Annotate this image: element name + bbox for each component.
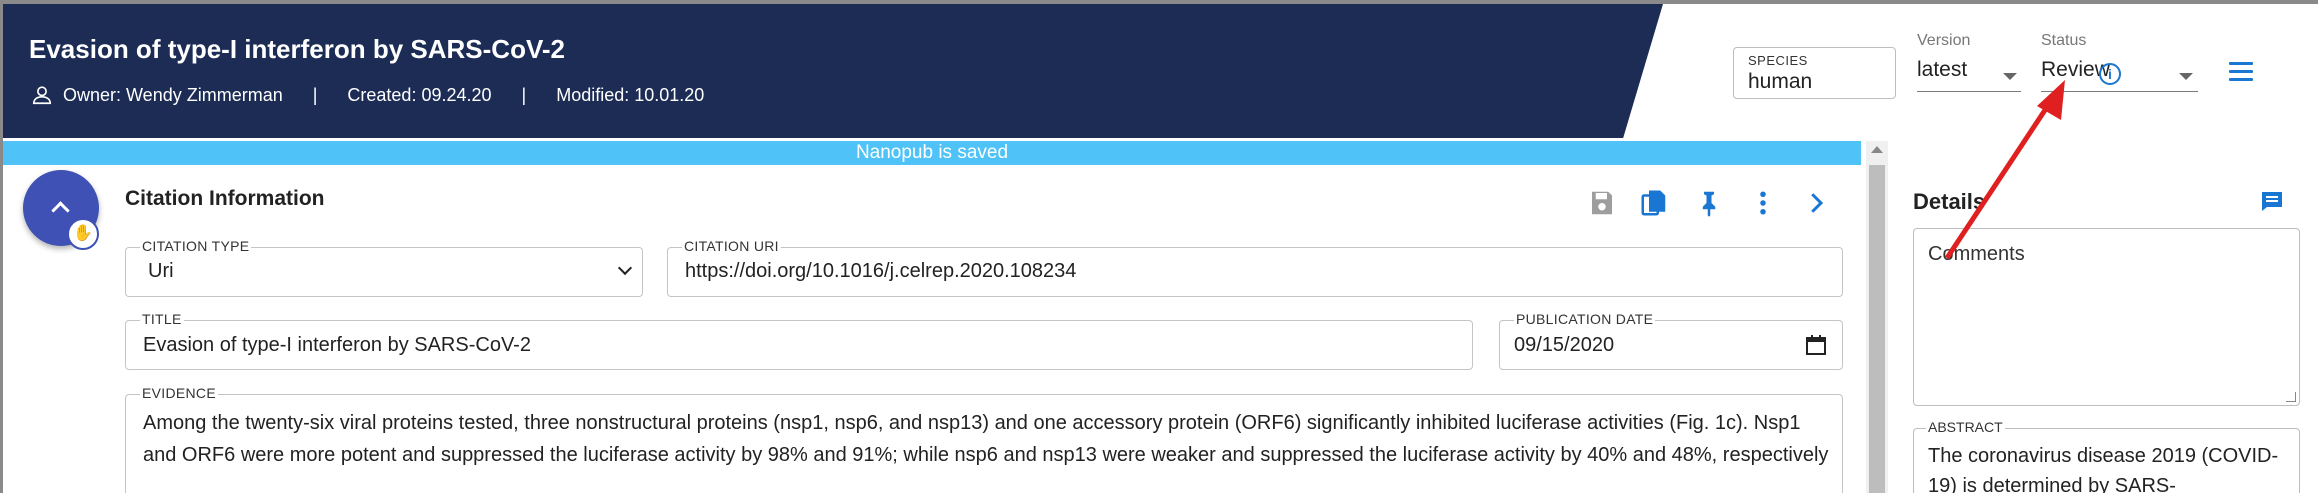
- abstract-label: ABSTRACT: [1926, 419, 2005, 435]
- species-value: human: [1748, 70, 1813, 93]
- version-label: Version: [1917, 32, 1971, 49]
- app-window: Evasion of type-I interferon by SARS-CoV…: [0, 0, 2318, 493]
- citation-uri-label: CITATION URI: [682, 238, 781, 254]
- chevron-right-icon[interactable]: [1801, 188, 1831, 218]
- citation-type-value: Uri: [148, 260, 174, 282]
- menu-icon[interactable]: [2229, 62, 2253, 82]
- publication-date-value: 09/15/2020: [1514, 334, 1615, 356]
- resize-handle[interactable]: [2286, 392, 2296, 402]
- annotation-arrow: [1944, 80, 2065, 260]
- meta-separator: |: [521, 84, 527, 105]
- save-icon[interactable]: [1587, 188, 1617, 218]
- title-label: TITLE: [140, 311, 184, 327]
- citation-uri-field[interactable]: CITATION URI https://doi.org/10.1016/j.c…: [667, 238, 1843, 297]
- abstract-value: The coronavirus disease 2019 (COVID-19) …: [1928, 445, 2279, 493]
- title-field[interactable]: TITLE Evasion of type-I interferon by SA…: [125, 311, 1473, 370]
- evidence-field[interactable]: EVIDENCE Among the twenty-six viral prot…: [125, 385, 1843, 493]
- chevron-up-icon: [51, 201, 70, 220]
- header-bar: [3, 4, 1663, 138]
- modified-text: Modified: 10.01.20: [556, 84, 705, 105]
- citation-section-title: Citation Information: [125, 187, 325, 210]
- scroll-up-arrow[interactable]: [1871, 146, 1883, 153]
- saved-banner: Nanopub is saved: [3, 141, 1861, 165]
- publication-date-field[interactable]: PUBLICATION DATE 09/15/2020: [1499, 311, 1843, 370]
- chevron-down-icon: [617, 260, 633, 276]
- chevron-down-icon: [2179, 73, 2193, 80]
- info-icon[interactable]: i: [2099, 63, 2121, 85]
- comment-icon[interactable]: [2259, 189, 2285, 213]
- page-title: Evasion of type-I interferon by SARS-CoV…: [29, 34, 565, 64]
- created-text: Created: 09.24.20: [347, 84, 492, 105]
- publication-date-label: PUBLICATION DATE: [1514, 311, 1656, 327]
- abstract-field[interactable]: ABSTRACT The coronavirus disease 2019 (C…: [1913, 419, 2300, 493]
- status-label: Status: [2041, 32, 2087, 49]
- scrollbar-thumb[interactable]: [1869, 165, 1885, 493]
- species-label: SPECIES: [1748, 53, 1808, 68]
- citation-type-label: CITATION TYPE: [140, 238, 252, 254]
- calendar-icon[interactable]: [1804, 333, 1828, 357]
- species-field[interactable]: SPECIES human: [1733, 47, 1896, 99]
- title-value: Evasion of type-I interferon by SARS-CoV…: [143, 334, 531, 356]
- nanopub-meta: Owner: Wendy Zimmerman | Created: 09.24.…: [31, 84, 704, 106]
- pin-icon[interactable]: [1694, 188, 1724, 218]
- owner-text: Owner: Wendy Zimmerman: [63, 84, 283, 105]
- meta-separator: |: [312, 84, 318, 105]
- copy-icon[interactable]: [1639, 188, 1669, 218]
- user-icon: [32, 86, 52, 105]
- main-scrollbar[interactable]: [1866, 141, 1888, 493]
- citation-uri-value: https://doi.org/10.1016/j.celrep.2020.10…: [685, 260, 1077, 282]
- more-vert-icon[interactable]: [1748, 188, 1778, 218]
- citation-type-select[interactable]: CITATION TYPE Uri: [125, 238, 643, 297]
- evidence-label: EVIDENCE: [140, 385, 218, 401]
- evidence-value: Among the twenty-six viral proteins test…: [143, 412, 1829, 466]
- hand-pointer-icon: ✋: [67, 218, 99, 250]
